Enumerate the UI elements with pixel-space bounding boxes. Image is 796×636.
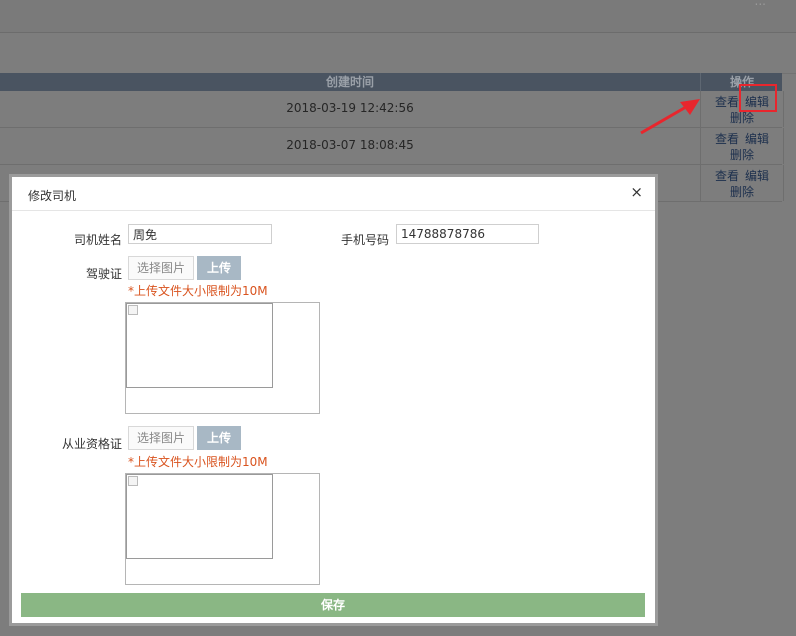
view-link[interactable]: 查看 [715,132,739,146]
qualification-preview [125,473,320,585]
delete-link[interactable]: 删除 [730,148,754,162]
row-created-time: 2018-03-19 12:42:56 [286,101,414,115]
qualification-size-hint: *上传文件大小限制为10M [128,455,268,469]
dialog-title: 修改司机 [28,189,77,203]
edit-link[interactable]: 编辑 [745,169,769,183]
phone-input[interactable] [396,224,539,244]
choose-qualification-image-button[interactable]: 选择图片 [128,426,194,450]
license-image-placeholder [126,303,273,388]
upload-qualification-button[interactable]: 上传 [197,426,241,450]
qualification-label: 从业资格证 [61,437,122,451]
upload-license-button[interactable]: 上传 [197,256,241,280]
view-link[interactable]: 查看 [715,169,739,183]
toolbar-area [0,33,796,74]
close-icon[interactable]: × [630,185,643,200]
row-actions: 查看 编辑 删除 [700,128,784,164]
choose-license-image-button[interactable]: 选择图片 [128,256,194,280]
delete-link[interactable]: 删除 [730,111,754,125]
driver-name-input[interactable] [128,224,272,244]
license-size-hint: *上传文件大小限制为10M [128,284,268,298]
row-created-time: 2018-03-07 18:08:45 [286,138,414,152]
row-actions: 查看 编辑 删除 [700,165,784,201]
phone-label: 手机号码 [340,233,389,247]
qualification-image-placeholder [126,474,273,559]
broken-image-icon [128,476,138,486]
top-bar: ... [0,0,796,33]
edit-link[interactable]: 编辑 [745,132,769,146]
driver-name-label: 司机姓名 [73,233,122,247]
license-label: 驾驶证 [85,267,122,281]
red-arrow-icon [640,99,700,135]
view-link[interactable]: 查看 [715,95,739,109]
header-created-time: 创建时间 [325,75,374,89]
dialog-header: 修改司机 × [12,177,655,211]
edit-highlight-box [739,84,777,112]
edit-driver-dialog: 修改司机 × 司机姓名 手机号码 驾驶证 选择图片 上传 *上传文件大小限制为1… [9,174,658,626]
license-preview [125,302,320,414]
save-button[interactable]: 保存 [21,593,645,617]
table-header: 创建时间 操作 [0,73,782,91]
broken-image-icon [128,305,138,315]
top-bar-text: ... [754,0,766,8]
delete-link[interactable]: 删除 [730,185,754,199]
